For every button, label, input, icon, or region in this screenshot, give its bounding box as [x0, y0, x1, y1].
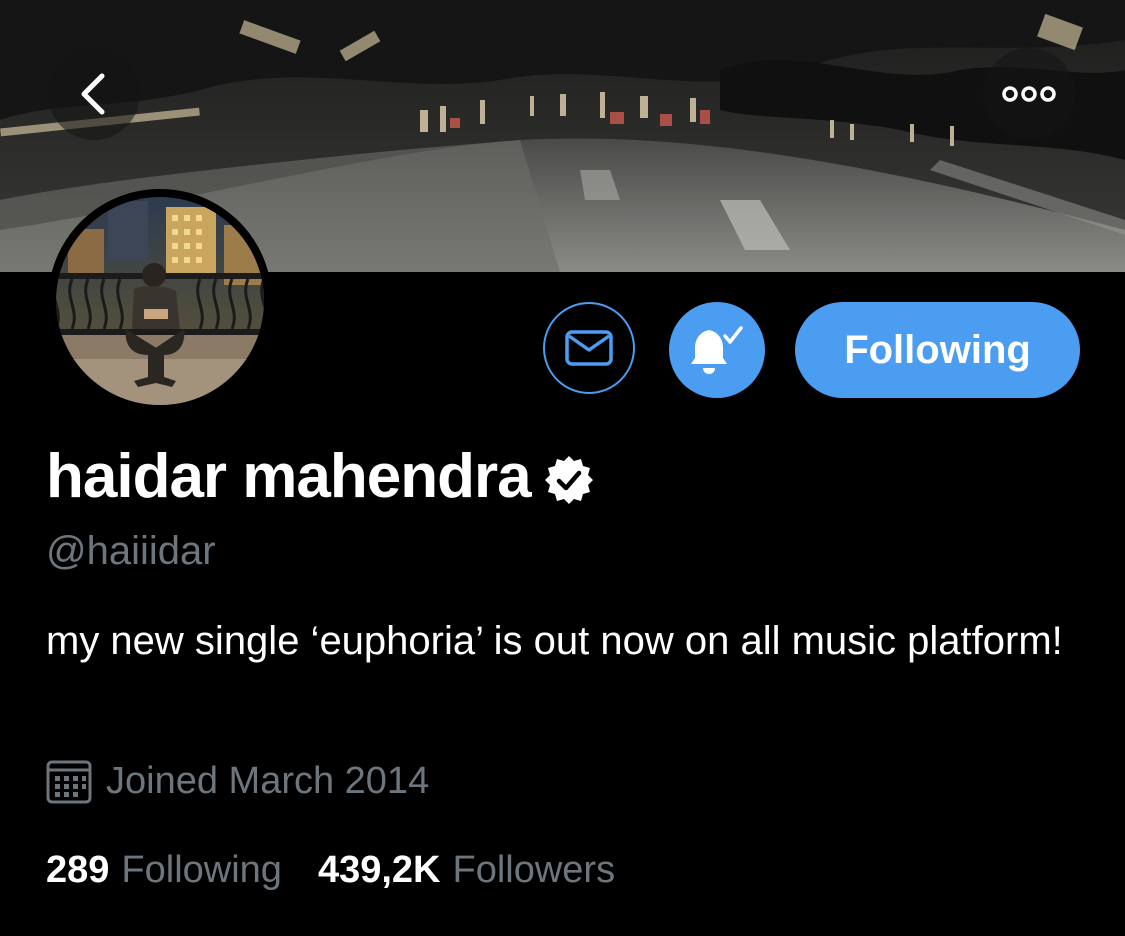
- name-row: haidar mahendra: [46, 440, 595, 514]
- notifications-button[interactable]: [669, 302, 765, 398]
- followers-label: Followers: [452, 849, 616, 891]
- followers-count: 439,2K: [317, 849, 441, 891]
- user-handle: @haiiidar: [46, 529, 216, 573]
- message-button[interactable]: [543, 302, 635, 394]
- profile-page: Following haidar mahendra @haiiidar my n…: [0, 0, 1125, 936]
- envelope-icon: [565, 330, 613, 366]
- bell-check-icon: [689, 324, 745, 376]
- profile-avatar[interactable]: [48, 189, 272, 413]
- follow-stats-row: 289 Following 439,2K Followers: [46, 846, 615, 894]
- back-button[interactable]: [48, 48, 140, 140]
- following-stat-link[interactable]: 289 Following: [46, 846, 282, 894]
- chevron-left-icon: [74, 72, 114, 116]
- following-count: 289: [46, 849, 110, 891]
- followers-stat-link[interactable]: 439,2K Followers: [318, 846, 615, 894]
- joined-date-text: Joined March 2014: [106, 760, 430, 802]
- joined-date-row: Joined March 2014: [46, 757, 429, 805]
- verified-badge-icon: [543, 454, 595, 506]
- more-dots-icon: [1001, 84, 1057, 104]
- calendar-icon: [46, 758, 92, 804]
- profile-bio: my new single ‘euphoria’ is out now on a…: [46, 619, 1063, 663]
- following-label: Following: [121, 849, 282, 891]
- display-name: haidar mahendra: [46, 442, 532, 511]
- following-button[interactable]: Following: [795, 302, 1080, 398]
- more-options-button[interactable]: [983, 48, 1075, 140]
